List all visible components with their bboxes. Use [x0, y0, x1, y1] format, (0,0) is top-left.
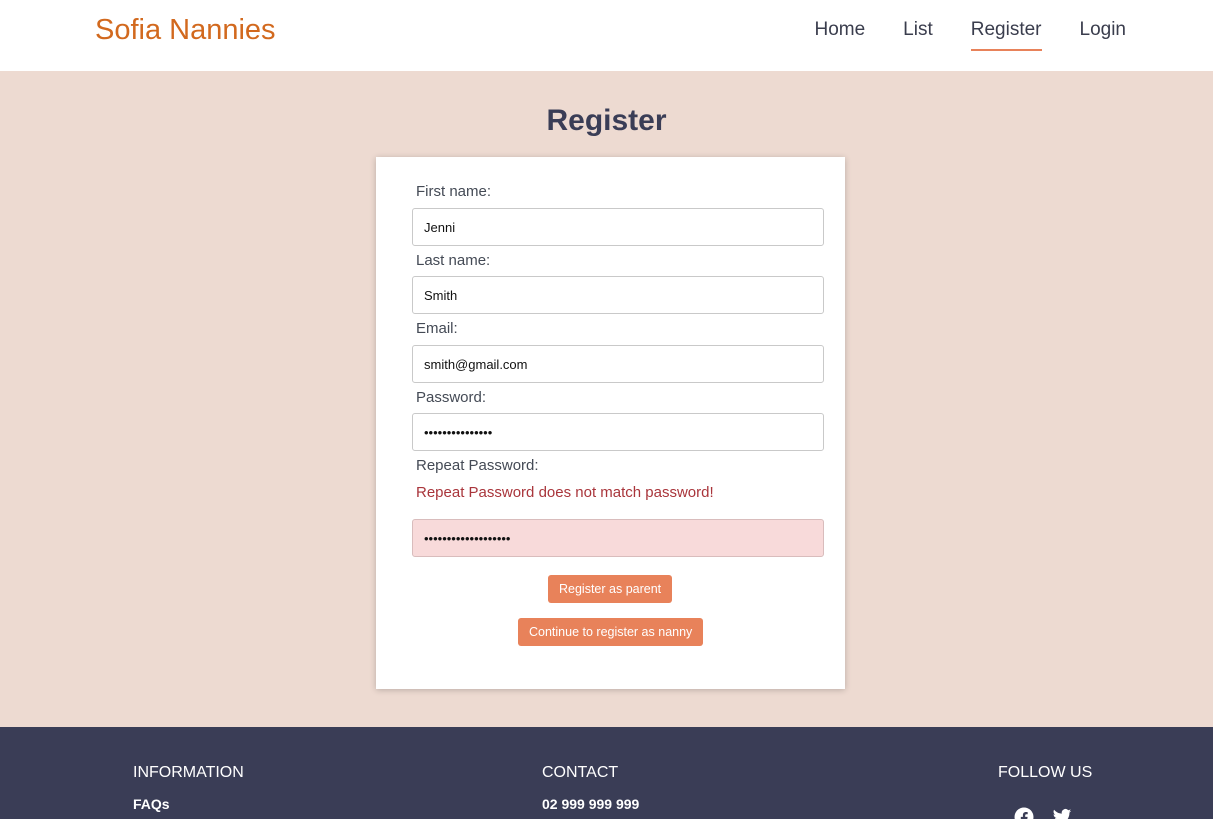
email-input[interactable]	[412, 345, 824, 383]
faqs-link[interactable]: FAQs	[133, 796, 170, 812]
nav-login[interactable]: Login	[1080, 19, 1127, 51]
email-label: Email:	[416, 320, 458, 337]
repeat-password-label: Repeat Password:	[416, 457, 539, 474]
register-as-nanny-button[interactable]: Continue to register as nanny	[518, 618, 704, 646]
twitter-icon[interactable]	[1052, 807, 1072, 819]
first-name-input[interactable]	[412, 208, 824, 246]
repeat-password-error: Repeat Password does not match password!	[416, 484, 714, 501]
register-as-parent-button[interactable]: Register as parent	[548, 575, 673, 603]
last-name-label: Last name:	[416, 252, 491, 269]
register-form-card: First name: Last name: Email: Password: …	[376, 157, 845, 689]
brand-logo[interactable]: Sofia Nannies	[95, 14, 276, 47]
information-heading: INFORMATION	[133, 764, 244, 781]
contact-heading: CONTACT	[542, 764, 619, 781]
password-input[interactable]	[412, 413, 824, 451]
page-title: Register	[546, 104, 667, 137]
follow-us-heading: FOLLOW US	[998, 764, 1093, 781]
nav-register[interactable]: Register	[970, 19, 1042, 51]
first-name-label: First name:	[416, 183, 492, 200]
contact-phone: 02 999 999 999	[542, 796, 640, 812]
nav-list[interactable]: List	[903, 19, 933, 51]
site-header: Sofia Nannies Home List Register Login	[0, 0, 1213, 71]
password-label: Password:	[416, 389, 487, 406]
site-footer: INFORMATION FAQs CONTACT 02 999 999 999 …	[0, 727, 1213, 819]
repeat-password-input[interactable]	[412, 519, 824, 557]
main-nav: Home List Register Login	[776, 19, 1126, 51]
nav-home[interactable]: Home	[814, 19, 865, 51]
last-name-input[interactable]	[412, 276, 824, 314]
facebook-icon[interactable]	[1014, 807, 1034, 819]
